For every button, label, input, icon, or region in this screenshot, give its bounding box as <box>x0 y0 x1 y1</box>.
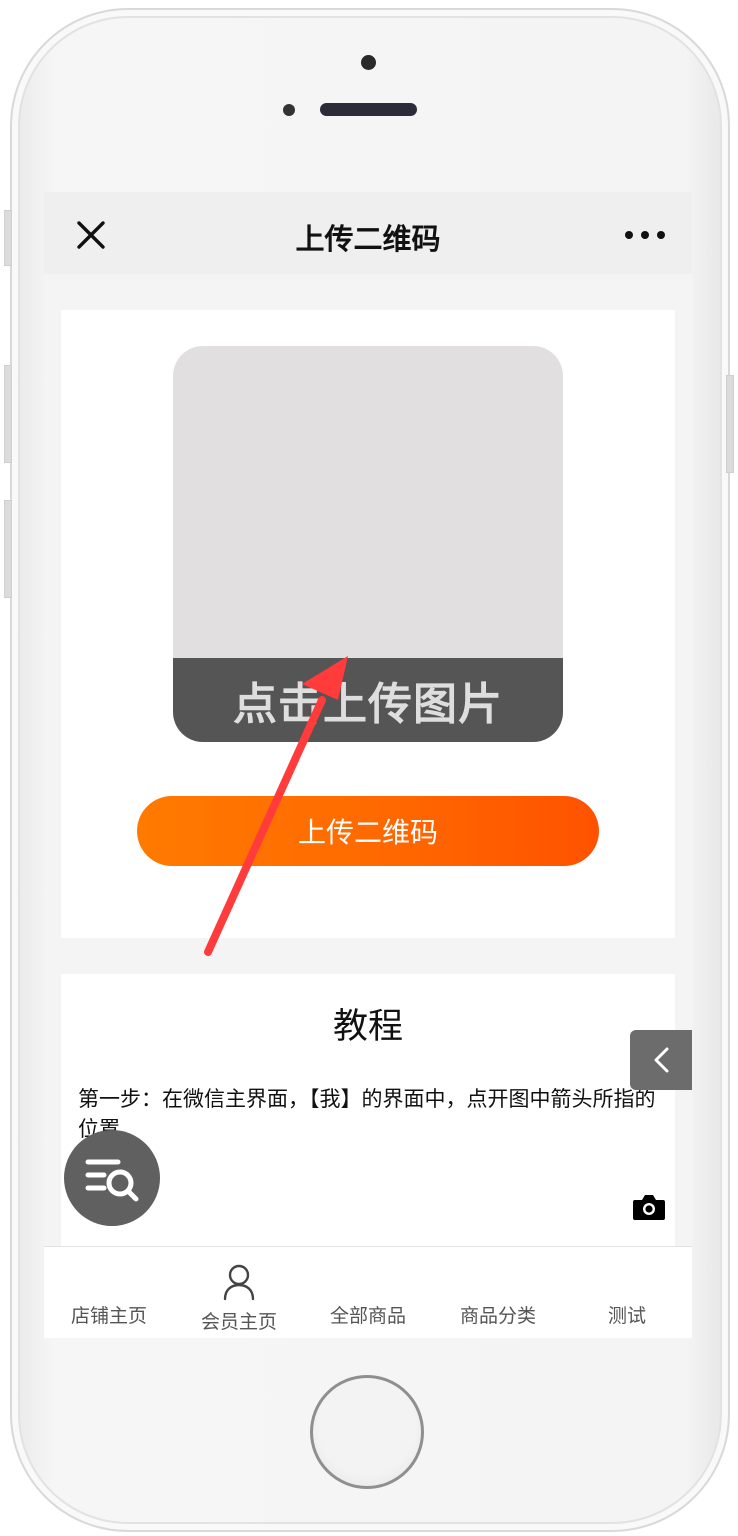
upload-strip: 点击上传图片 <box>173 658 563 742</box>
bottom-tab-bar: 店铺主页 会员主页 全部商品 商品分类 测试 <box>44 1246 692 1338</box>
tab-product-categories[interactable]: 商品分类 <box>433 1247 563 1338</box>
upload-card: 点击上传图片 上传二维码 <box>61 310 675 938</box>
tab-product-categories-label: 商品分类 <box>459 1305 536 1327</box>
chevron-left-icon <box>654 1047 669 1073</box>
side-collapse-button[interactable] <box>630 1030 692 1090</box>
camera-button[interactable] <box>632 1192 666 1222</box>
tab-store-home[interactable]: 店铺主页 <box>44 1247 174 1338</box>
earpiece-speaker <box>320 103 417 116</box>
tab-all-products[interactable]: 全部商品 <box>303 1247 433 1338</box>
mute-switch <box>4 210 12 266</box>
user-icon <box>223 1264 255 1301</box>
more-button[interactable] <box>622 224 668 246</box>
tab-test-label: 测试 <box>607 1305 646 1327</box>
volume-down-button <box>4 500 12 598</box>
upload-qrcode-button[interactable]: 上传二维码 <box>137 796 599 866</box>
volume-up-button <box>4 365 12 463</box>
tutorial-title: 教程 <box>332 1007 403 1047</box>
phone-screen: 上传二维码 点击上传图片 上传二维码 教程 第一步：在微信主界面，【我】的界面中… <box>44 192 692 1338</box>
upload-qrcode-button-label: 上传二维码 <box>297 816 438 849</box>
upload-image-area[interactable]: 点击上传图片 <box>173 346 563 742</box>
page-title: 上传二维码 <box>295 222 441 256</box>
front-camera <box>361 55 376 70</box>
power-button <box>726 375 734 473</box>
list-search-icon <box>85 1159 139 1202</box>
proximity-sensor <box>283 104 295 116</box>
tab-all-products-label: 全部商品 <box>329 1305 406 1327</box>
tab-member-home[interactable]: 会员主页 <box>174 1247 304 1338</box>
nav-bar: 上传二维码 <box>44 192 692 274</box>
tutorial-step-text: 第一步：在微信主界面，【我】的界面中，点开图中箭头所指的位置 <box>78 1087 656 1141</box>
home-button[interactable] <box>310 1375 424 1489</box>
more-icon <box>625 231 665 239</box>
upload-strip-label: 点击上传图片 <box>233 679 503 730</box>
tab-store-home-label: 店铺主页 <box>70 1305 147 1327</box>
tab-member-home-label: 会员主页 <box>200 1311 277 1333</box>
camera-icon <box>633 1195 665 1220</box>
floating-search-button[interactable] <box>64 1130 160 1226</box>
tab-test[interactable]: 测试 <box>562 1247 692 1338</box>
